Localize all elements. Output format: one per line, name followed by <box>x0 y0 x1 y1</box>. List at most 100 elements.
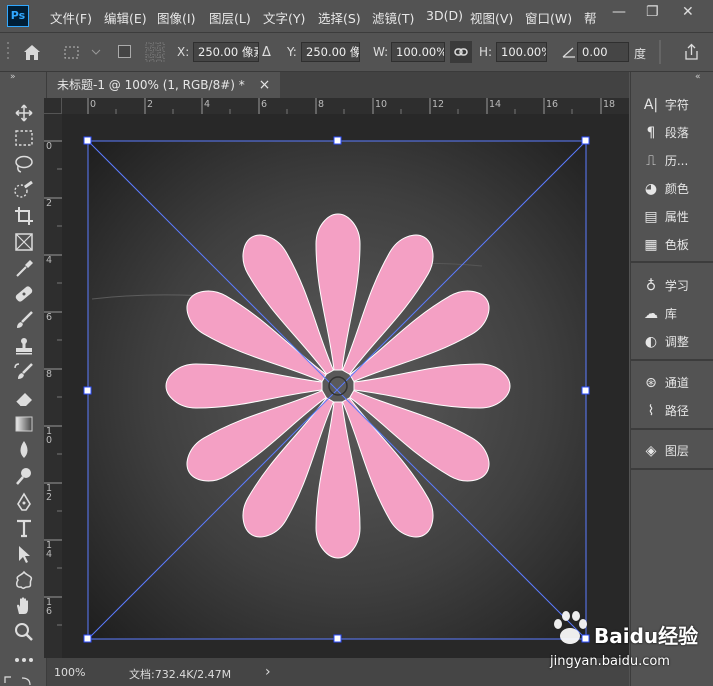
panel-paths[interactable]: ⌇ 路径 <box>641 402 711 424</box>
restore-button[interactable]: ❐ <box>646 4 659 20</box>
ruler-label: 18 <box>603 99 616 110</box>
paths-icon: ⌇ <box>647 403 655 419</box>
menu-select[interactable]: 选择(S) <box>318 8 361 27</box>
baidu-watermark: Baidu经验 jingyan.baidu.com <box>544 602 713 686</box>
width-field[interactable]: 100.00% <box>391 42 445 62</box>
paragraph-icon: ¶ <box>646 125 656 141</box>
pen-tool-icon[interactable] <box>12 492 36 512</box>
ruler-label: 2 <box>147 99 154 110</box>
panel-swatches[interactable]: ▦ 色板 <box>641 236 711 258</box>
frame-tool-icon[interactable] <box>12 232 36 252</box>
panel-color[interactable]: ◕ 颜色 <box>641 180 711 202</box>
eyedropper-tool-icon[interactable] <box>12 258 36 278</box>
menu-3d[interactable]: 3D(D) <box>426 8 463 23</box>
panel-learn[interactable]: ♁ 学习 <box>641 277 711 299</box>
tools-panel: » <box>0 72 47 686</box>
panel-libraries[interactable]: ☁ 库 <box>641 305 711 327</box>
home-icon[interactable] <box>22 43 42 61</box>
blur-tool-icon[interactable] <box>12 440 36 460</box>
ruler-label: 4 <box>46 255 53 266</box>
toolbar-collapse-icon[interactable]: » <box>10 72 16 82</box>
panel-properties[interactable]: ▤ 属性 <box>641 208 711 230</box>
angle-icon <box>562 47 575 58</box>
x-position-field[interactable]: 250.00 像素 <box>193 42 259 62</box>
healing-brush-tool-icon[interactable] <box>12 284 36 304</box>
lasso-tool-icon[interactable] <box>12 154 36 174</box>
brush-tool-icon[interactable] <box>12 310 36 330</box>
layers-icon: ◈ <box>645 443 657 459</box>
ruler-label: 16 <box>546 99 559 110</box>
menu-help[interactable]: 帮 <box>584 8 597 27</box>
panel-history[interactable]: ⎍ 历... <box>641 152 711 174</box>
ruler-label: 6 <box>261 99 268 110</box>
eraser-tool-icon[interactable] <box>12 388 36 408</box>
custom-shape-tool-icon[interactable] <box>12 570 36 590</box>
menu-window[interactable]: 窗口(W) <box>525 8 572 27</box>
minimize-button[interactable]: — <box>612 4 626 20</box>
move-tool-icon[interactable] <box>12 103 36 123</box>
crop-tool-icon[interactable] <box>12 206 36 226</box>
properties-icon: ▤ <box>644 209 658 225</box>
quick-selection-tool-icon[interactable] <box>12 180 36 200</box>
options-bar: X: 250.00 像素 Δ Y: 250.00 像素 W: 100.00% H… <box>0 33 713 72</box>
panel-paragraph[interactable]: ¶ 段落 <box>641 124 711 146</box>
marquee-tool-icon[interactable] <box>12 128 36 148</box>
panel-layers[interactable]: ◈ 图层 <box>641 442 711 464</box>
document-size-info: 文档:732.4K/2.47M <box>129 668 232 681</box>
x-label: X: <box>177 45 190 59</box>
w-label: W: <box>373 45 389 59</box>
relative-position-toggle[interactable]: Δ <box>262 45 271 60</box>
reference-point-checkbox[interactable] <box>117 44 133 60</box>
menu-image[interactable]: 图像(I) <box>157 8 195 27</box>
h-label: H: <box>479 45 493 59</box>
status-menu-arrow-icon[interactable]: › <box>265 664 271 680</box>
zoom-level[interactable]: 100% <box>54 666 85 679</box>
horizontal-ruler[interactable]: 0 2 4 6 8 10 12 14 16 18 <box>62 98 629 114</box>
gradient-tool-icon[interactable] <box>12 414 36 434</box>
panel-character[interactable]: A| 字符 <box>641 96 711 118</box>
clone-stamp-tool-icon[interactable] <box>12 336 36 356</box>
baidu-paw-logo <box>554 611 587 644</box>
menu-file[interactable]: 文件(F) <box>50 8 92 27</box>
menu-view[interactable]: 视图(V) <box>470 8 513 27</box>
hand-tool-icon[interactable] <box>12 596 36 616</box>
menu-bar: Ps 文件(F) 编辑(E) 图像(I) 图层(L) 文字(Y) 选择(S) 滤… <box>0 0 713 33</box>
menu-filter[interactable]: 滤镜(T) <box>372 8 414 27</box>
dodge-tool-icon[interactable] <box>12 466 36 486</box>
foreground-background-swatch-icon[interactable] <box>2 675 42 686</box>
ruler-label: 12 <box>432 99 445 110</box>
panel-channels[interactable]: ⊛ 通道 <box>641 374 711 396</box>
height-field[interactable]: 100.00% <box>496 42 547 62</box>
reference-point-grid-icon[interactable] <box>144 41 166 63</box>
close-window-button[interactable]: ✕ <box>682 4 694 20</box>
menu-edit[interactable]: 编辑(E) <box>104 8 147 27</box>
vertical-ruler[interactable]: 0 2 4 6 8 1 0 1 2 1 4 1 6 <box>44 114 62 658</box>
ruler-label: 8 <box>318 99 325 110</box>
ruler-origin[interactable] <box>44 98 62 114</box>
share-icon[interactable] <box>682 43 700 61</box>
ruler-label: 0 <box>46 141 53 152</box>
color-palette-icon: ◕ <box>644 181 658 197</box>
zoom-tool-icon[interactable] <box>12 622 36 642</box>
panel-dock-expand-icon[interactable]: « <box>695 72 701 82</box>
menu-type[interactable]: 文字(Y) <box>263 8 305 27</box>
document-tab-title: 未标题-1 @ 100% (1, RGB/8#) * <box>57 78 245 92</box>
ruler-label: 2 <box>46 198 53 209</box>
y-position-field[interactable]: 250.00 像素 <box>301 42 360 62</box>
more-tools-icon[interactable] <box>12 650 36 670</box>
document-canvas[interactable] <box>62 114 629 658</box>
canvas-workspace[interactable] <box>62 114 629 658</box>
path-selection-tool-icon[interactable] <box>12 544 36 564</box>
watermark-brand: Baidu经验 <box>594 624 699 648</box>
document-tab-close-button[interactable]: × <box>259 77 271 93</box>
transform-tool-preset-icon[interactable] <box>62 42 102 62</box>
menu-layer[interactable]: 图层(L) <box>209 8 251 27</box>
type-tool-icon[interactable] <box>12 518 36 538</box>
rotation-angle-field[interactable]: 0.00 <box>577 42 629 62</box>
ruler-label: 1 2 <box>46 483 53 503</box>
history-brush-tool-icon[interactable] <box>12 362 36 382</box>
document-tab[interactable]: 未标题-1 @ 100% (1, RGB/8#) * × <box>47 72 281 98</box>
panel-divider <box>631 468 713 470</box>
link-icon[interactable] <box>450 41 472 63</box>
panel-adjustments[interactable]: ◐ 调整 <box>641 333 711 355</box>
